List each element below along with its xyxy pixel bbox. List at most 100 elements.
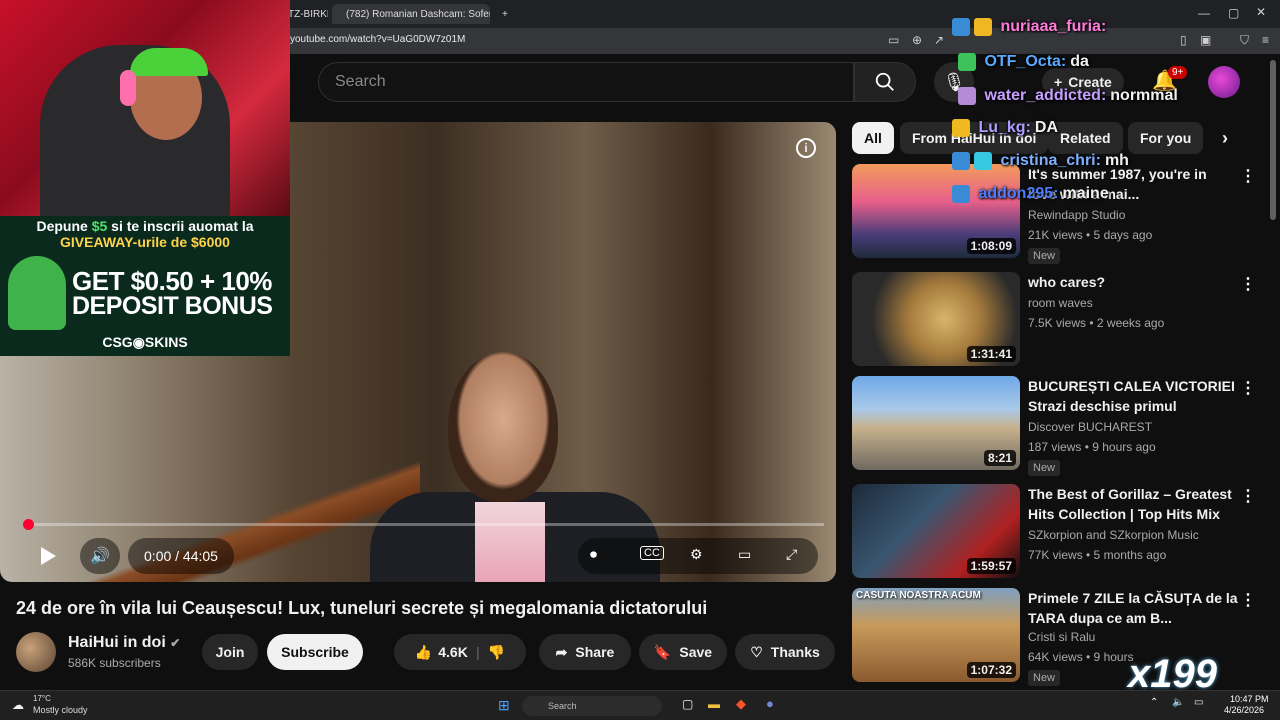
taskbar-search[interactable]: Search bbox=[522, 696, 662, 716]
clock-time[interactable]: 10:47 PM bbox=[1230, 694, 1269, 704]
url-text[interactable]: youtube.com/watch?v=UaG0DW7z01M bbox=[290, 34, 465, 45]
speaker-icon[interactable]: 🔈 bbox=[1172, 697, 1184, 708]
video-thumbnail[interactable]: 1:08:09 bbox=[852, 164, 1020, 258]
zoom-icon[interactable]: ⊕ bbox=[912, 33, 922, 47]
search-button[interactable] bbox=[854, 62, 916, 102]
save-label: Save bbox=[679, 644, 713, 660]
cast-icon[interactable]: ▭ bbox=[888, 33, 899, 47]
tab-youtube[interactable]: (782) Romanian Dashcam: Sofer pe c ✕ bbox=[332, 4, 490, 24]
share-button[interactable]: ➦ Share bbox=[539, 634, 631, 670]
windows-start-icon[interactable]: ⊞ bbox=[498, 697, 510, 714]
tab-label: (782) Romanian Dashcam: Sofer pe c bbox=[346, 8, 490, 20]
browser-menu-icon[interactable]: ≡ bbox=[1262, 33, 1269, 47]
video-thumbnail[interactable]: 1:59:57 bbox=[852, 484, 1020, 578]
chat-message: Lu_kg: DA bbox=[952, 119, 1058, 137]
duration-badge: 1:31:41 bbox=[966, 346, 1016, 362]
brave-browser-icon[interactable]: ◆ bbox=[736, 696, 746, 712]
recommendation-channel[interactable]: room waves bbox=[1028, 296, 1093, 310]
more-options-icon[interactable]: ⋮ bbox=[1240, 486, 1256, 506]
recommendation-title[interactable]: Primele 7 ZILE la CĂSUȚA de la TARA dupa… bbox=[1028, 588, 1238, 628]
minimize-icon[interactable]: — bbox=[1198, 6, 1210, 20]
video-thumbnail[interactable]: CASUTA NOASTRA ACUM 1:07:32 bbox=[852, 588, 1020, 682]
weather-desc[interactable]: Mostly cloudy bbox=[33, 705, 88, 715]
channel-avatar[interactable] bbox=[16, 632, 56, 672]
share-icon[interactable]: ↗ bbox=[934, 33, 944, 47]
thumbs-down-icon: 👎 bbox=[487, 643, 506, 660]
dislike-button[interactable]: 👎 bbox=[488, 644, 505, 661]
duration-badge: 1:07:32 bbox=[966, 662, 1016, 678]
shield-icon[interactable]: ⛉ bbox=[1240, 33, 1249, 48]
more-options-icon[interactable]: ⋮ bbox=[1240, 274, 1256, 294]
chat-user: addon295: bbox=[978, 185, 1059, 203]
tray-chevron-icon[interactable]: ⌃ bbox=[1150, 697, 1158, 708]
progress-scrubber[interactable] bbox=[23, 519, 34, 530]
network-icon[interactable]: ▭ bbox=[1194, 697, 1203, 708]
new-badge: New bbox=[1028, 670, 1061, 686]
wallet-icon[interactable]: ▣ bbox=[1200, 33, 1211, 47]
save-button[interactable]: 🔖 Save bbox=[639, 634, 727, 670]
chat-user: OTF_Octa: bbox=[984, 53, 1067, 71]
settings-gear-icon[interactable]: ⚙ bbox=[690, 546, 703, 563]
recommendation-title[interactable]: who cares? bbox=[1028, 272, 1238, 292]
recommendation-channel[interactable]: SZkorpion and SZkorpion Music bbox=[1028, 528, 1199, 542]
weather-cloud-icon[interactable]: ☁ bbox=[12, 698, 24, 712]
more-options-icon[interactable]: ⋮ bbox=[1240, 590, 1256, 610]
thumbs-up-icon: 👍 bbox=[414, 643, 433, 660]
streamer-webcam-overlay bbox=[0, 0, 290, 216]
chip-for-you[interactable]: For you bbox=[1128, 122, 1204, 154]
subscribe-button[interactable]: Subscribe bbox=[267, 634, 363, 670]
chip-related[interactable]: Related bbox=[1048, 122, 1123, 154]
autoplay-toggle-icon[interactable]: ⏺ bbox=[590, 546, 597, 563]
play-button[interactable] bbox=[28, 538, 68, 574]
time-display: 0:00 / 44:05 bbox=[128, 538, 234, 574]
recommendation-title[interactable]: BUCUREȘTI CALEA VICTORIEI Strazi deschis… bbox=[1028, 376, 1238, 416]
thanks-button[interactable]: ♡ Thanks bbox=[735, 634, 835, 670]
promo-line-2: GIVEAWAY-urile de $6000 bbox=[60, 234, 230, 250]
promo-line-1: Depune $5 si te inscrii auomat la bbox=[36, 218, 254, 234]
fullscreen-icon[interactable]: ⤢ bbox=[786, 546, 797, 563]
video-thumbnail[interactable]: 1:31:41 bbox=[852, 272, 1020, 366]
clock-date[interactable]: 4/26/2026 bbox=[1224, 705, 1264, 715]
like-button[interactable]: 👍 4.6K bbox=[415, 644, 468, 661]
recommendation-channel[interactable]: Discover BUCHAREST bbox=[1028, 420, 1152, 434]
play-icon bbox=[41, 547, 56, 565]
recommendation-channel[interactable]: Rewindapp Studio bbox=[1028, 208, 1125, 222]
chip-all[interactable]: All bbox=[852, 122, 894, 154]
bookmark-icon: 🔖 bbox=[653, 643, 672, 660]
more-options-icon[interactable]: ⋮ bbox=[1240, 378, 1256, 398]
video-thumbnail[interactable]: 8:21 bbox=[852, 376, 1020, 470]
weather-temp[interactable]: 17°C bbox=[33, 694, 51, 703]
mute-button[interactable]: 🔊 bbox=[80, 538, 120, 574]
more-options-icon[interactable]: ⋮ bbox=[1240, 166, 1256, 186]
chevron-right-icon[interactable]: › bbox=[1222, 128, 1228, 149]
close-window-icon[interactable]: ✕ bbox=[1256, 5, 1266, 19]
task-view-icon[interactable]: ▢ bbox=[682, 697, 693, 711]
file-explorer-icon[interactable]: ▬ bbox=[708, 697, 720, 711]
recommendation-title[interactable]: The Best of Gorillaz – Greatest Hits Col… bbox=[1028, 484, 1238, 524]
search-input[interactable]: Search bbox=[318, 62, 854, 102]
chat-badge-icon bbox=[952, 152, 970, 170]
account-avatar[interactable] bbox=[1208, 66, 1240, 98]
crown-badge-icon bbox=[974, 18, 992, 36]
theater-mode-icon[interactable]: ▭ bbox=[738, 546, 751, 563]
info-icon[interactable]: i bbox=[796, 138, 816, 158]
new-tab-button[interactable]: + bbox=[494, 4, 516, 24]
captions-icon[interactable]: CC bbox=[640, 546, 664, 560]
page-scrollbar[interactable] bbox=[1270, 60, 1276, 220]
recommendation-item[interactable]: 1:08:09 It's summer 1987, you're in love… bbox=[852, 164, 1262, 264]
sponsor-banner: Depune $5 si te inscrii auomat la GIVEAW… bbox=[0, 216, 290, 356]
progress-bar[interactable] bbox=[28, 523, 824, 526]
recommendation-meta: 187 views • 9 hours ago bbox=[1028, 440, 1156, 454]
recommendation-item[interactable]: 1:59:57 The Best of Gorillaz – Greatest … bbox=[852, 484, 1262, 584]
maximize-icon[interactable]: ▢ bbox=[1228, 6, 1239, 20]
chat-user: cristina_chri: bbox=[1000, 152, 1101, 170]
discord-icon[interactable]: ● bbox=[766, 696, 774, 711]
recommendation-item[interactable]: 1:31:41 who cares? room waves 7.5K views… bbox=[852, 272, 1262, 372]
new-badge: New bbox=[1028, 248, 1061, 264]
recommendation-item[interactable]: 8:21 BUCUREȘTI CALEA VICTORIEI Strazi de… bbox=[852, 376, 1262, 476]
new-badge: New bbox=[1028, 460, 1061, 476]
join-button[interactable]: Join bbox=[202, 634, 258, 670]
sidebar-icon[interactable]: ▯ bbox=[1180, 33, 1187, 47]
recommendation-channel[interactable]: Cristi si Ralu bbox=[1028, 630, 1095, 644]
channel-name[interactable]: HaiHui in doi ✔ bbox=[68, 634, 180, 652]
